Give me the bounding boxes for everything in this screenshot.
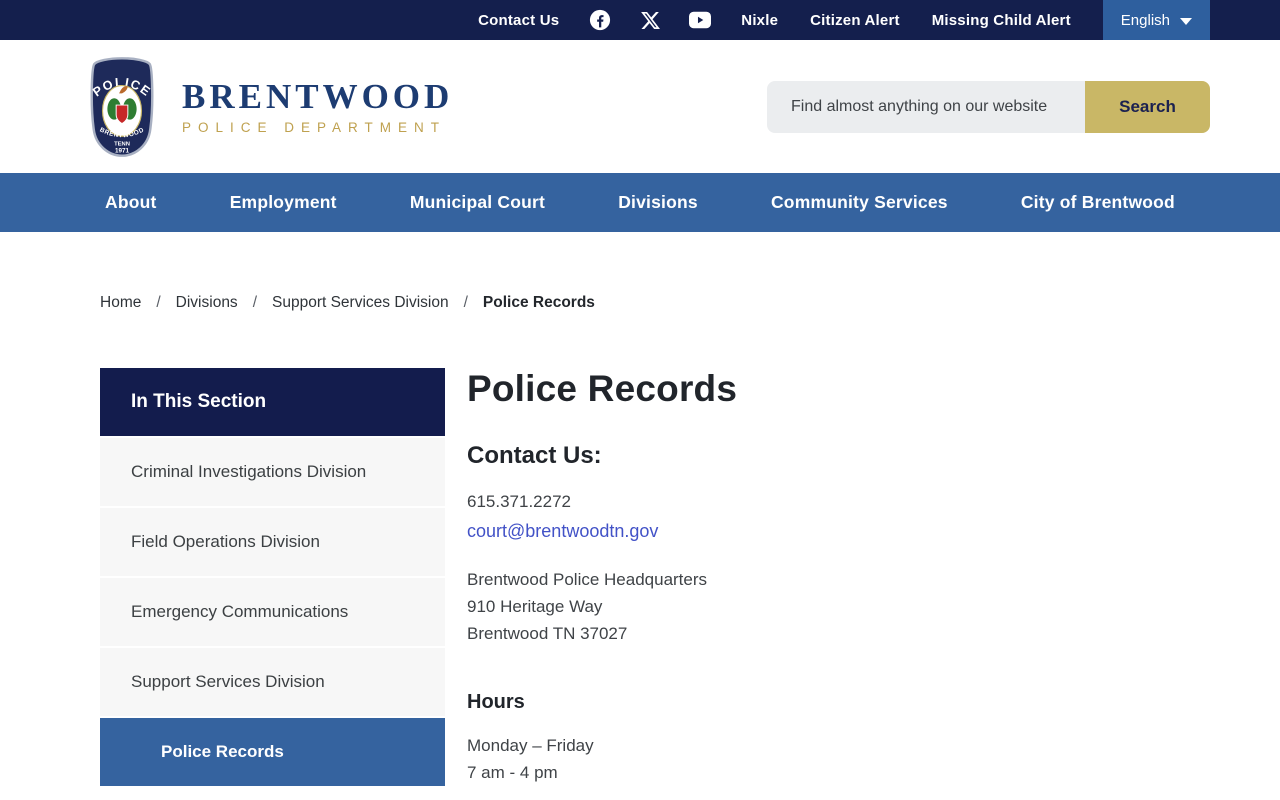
nav-item-employment[interactable]: Employment [230,192,337,213]
breadcrumb-home[interactable]: Home [100,294,141,312]
sidebar-item-field-operations[interactable]: Field Operations Division [100,508,445,576]
brand-wordmark: Brentwood POLICE DEPARTMENT [182,79,453,135]
sidebar-item-support-services[interactable]: Support Services Division [100,648,445,716]
email-link[interactable]: court@brentwoodtn.gov [467,521,658,542]
missing-child-alert-link[interactable]: Missing Child Alert [932,12,1071,29]
address-line: Brentwood Police Headquarters [467,570,708,589]
nav-item-community-services[interactable]: Community Services [771,192,948,213]
nav-item-municipal-court[interactable]: Municipal Court [410,192,545,213]
nav-item-divisions[interactable]: Divisions [618,192,698,213]
sidebar-item-emergency-communications[interactable]: Emergency Communications [100,578,445,646]
citizen-alert-link[interactable]: Citizen Alert [810,12,900,29]
breadcrumb-separator: / [463,294,468,311]
language-selector[interactable]: English [1102,0,1210,40]
brand-name: Brentwood [182,76,454,116]
sidebar-title: In This Section [100,368,445,436]
nav-item-city-of-brentwood[interactable]: City of Brentwood [1021,192,1175,213]
site-header: POLICE BRENTWOOD TENN 1971 Brentwood POL… [0,40,1280,173]
top-utility-bar: Contact Us Nixle Citizen Alert Missing C… [0,0,1280,40]
address-line: 910 Heritage Way [467,597,603,616]
breadcrumb-separator: / [156,294,161,311]
contact-us-link[interactable]: Contact Us [478,12,559,29]
page-content: In This Section Criminal Investigations … [100,368,1180,786]
address-line: Brentwood TN 37027 [467,624,628,643]
hours-days: Monday – Friday [467,736,594,755]
hours-times: 7 am - 4 pm [467,763,558,782]
chevron-down-icon [1180,17,1192,25]
x-twitter-icon[interactable] [639,9,661,31]
site-search: Search [767,80,1210,133]
breadcrumb-divisions[interactable]: Divisions [176,294,238,312]
nixle-link[interactable]: Nixle [741,12,778,29]
search-button[interactable]: Search [1085,80,1210,133]
address-block: Brentwood Police Headquarters 910 Herita… [467,566,737,647]
facebook-icon[interactable] [589,9,611,31]
brand-subtitle: POLICE DEPARTMENT [182,119,447,135]
nav-item-about[interactable]: About [105,192,157,213]
language-label: English [1120,11,1170,29]
sidebar-item-police-records[interactable]: Police Records [100,718,445,786]
breadcrumb-current: Police Records [482,294,595,311]
main-navigation: About Employment Municipal Court Divisio… [0,173,1280,232]
section-sidebar: In This Section Criminal Investigations … [100,368,445,786]
hours-heading: Hours [467,691,525,713]
phone-number: 615.371.2272 [467,492,571,511]
sidebar-item-criminal-investigations[interactable]: Criminal Investigations Division [100,438,445,506]
main-content: Police Records Contact Us: 615.371.2272 … [467,368,737,786]
search-input[interactable] [767,80,1085,133]
hours-block: Monday – Friday 7 am - 4 pm [467,732,737,786]
youtube-icon[interactable] [689,9,712,31]
breadcrumb-support-services[interactable]: Support Services Division [272,294,449,312]
page-title: Police Records [467,368,738,409]
police-badge-icon: POLICE BRENTWOOD TENN 1971 [90,56,154,157]
contact-heading: Contact Us: [467,442,602,469]
breadcrumb: Home / Divisions / Support Services Divi… [100,294,1280,312]
breadcrumb-separator: / [252,294,257,311]
badge-year-text: 1971 [115,147,130,154]
brand-logo[interactable]: POLICE BRENTWOOD TENN 1971 Brentwood POL… [84,54,453,160]
